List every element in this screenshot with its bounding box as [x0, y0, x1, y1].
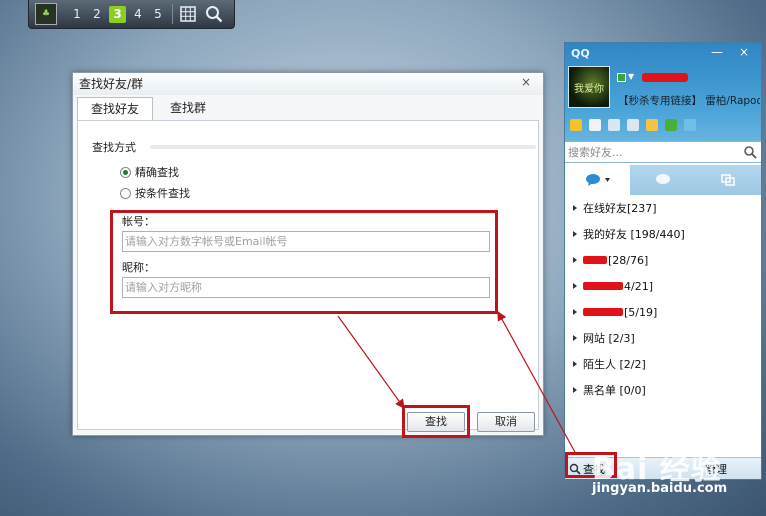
annotation-arrows: [337, 310, 577, 455]
watermark-url: jingyan.baidu.com: [592, 481, 728, 496]
